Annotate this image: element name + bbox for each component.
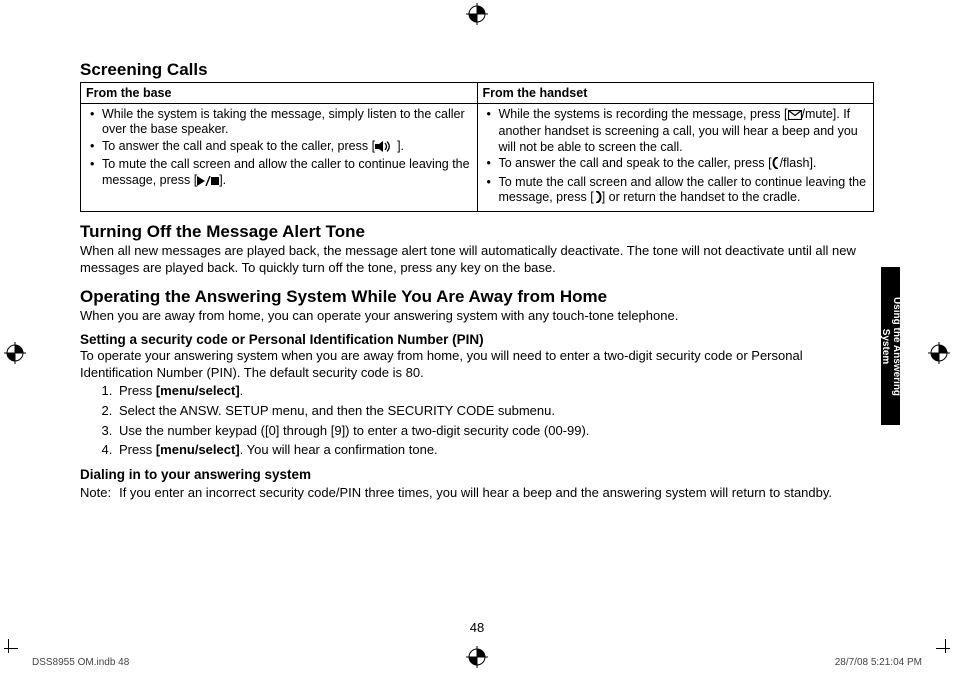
- play-stop-key-icon: [197, 175, 219, 190]
- list-item: Press [menu/select].: [116, 383, 874, 400]
- list-item: While the system is taking the message, …: [102, 107, 472, 138]
- section-tab: Using the AnsweringSystem: [881, 267, 900, 425]
- heading-screening-calls: Screening Calls: [80, 60, 874, 80]
- table-cell-handset: While the systems is recording the messa…: [477, 104, 874, 212]
- subheading-pin: Setting a security code or Personal Iden…: [80, 332, 874, 347]
- list-item: Press [menu/select]. You will hear a con…: [116, 442, 874, 459]
- heading-operating: Operating the Answering System While You…: [80, 287, 874, 307]
- heading-turnoff: Turning Off the Message Alert Tone: [80, 222, 874, 242]
- note: Note: If you enter an incorrect security…: [80, 485, 874, 502]
- table-header-handset: From the handset: [477, 83, 874, 104]
- page-content: Screening Calls From the base From the h…: [0, 0, 954, 693]
- list-item: To answer the call and speak to the call…: [102, 139, 472, 156]
- screening-table: From the base From the handset While the…: [80, 82, 874, 212]
- steps-list: Press [menu/select]. Select the ANSW. SE…: [80, 383, 874, 459]
- speaker-key-icon: [375, 141, 397, 156]
- footer-filename: DSS8955 OM.indb 48: [32, 657, 129, 668]
- footer-timestamp: 28/7/08 5:21:04 PM: [835, 657, 922, 668]
- page-number: 48: [0, 620, 954, 635]
- list-item: To answer the call and speak to the call…: [499, 156, 869, 173]
- section-tab-label: Using the AnsweringSystem: [880, 296, 901, 395]
- end-key-icon: [594, 191, 602, 207]
- print-footer: DSS8955 OM.indb 48 28/7/08 5:21:04 PM: [32, 657, 922, 668]
- paragraph: When you are away from home, you can ope…: [80, 308, 874, 325]
- table-header-base: From the base: [81, 83, 478, 104]
- list-item: To mute the call screen and allow the ca…: [102, 157, 472, 190]
- table-cell-base: While the system is taking the message, …: [81, 104, 478, 212]
- paragraph: When all new messages are played back, t…: [80, 243, 874, 276]
- list-item: Select the ANSW. SETUP menu, and then th…: [116, 403, 874, 420]
- note-text: If you enter an incorrect security code/…: [119, 485, 874, 502]
- envelope-key-icon: [788, 109, 802, 124]
- paragraph: To operate your answering system when yo…: [80, 348, 874, 381]
- list-item: To mute the call screen and allow the ca…: [499, 175, 869, 208]
- note-label: Note:: [80, 485, 111, 502]
- list-item: While the systems is recording the messa…: [499, 107, 869, 155]
- list-item: Use the number keypad ([0] through [9]) …: [116, 423, 874, 440]
- subheading-dialing: Dialing in to your answering system: [80, 467, 874, 482]
- talk-key-icon: [772, 157, 780, 173]
